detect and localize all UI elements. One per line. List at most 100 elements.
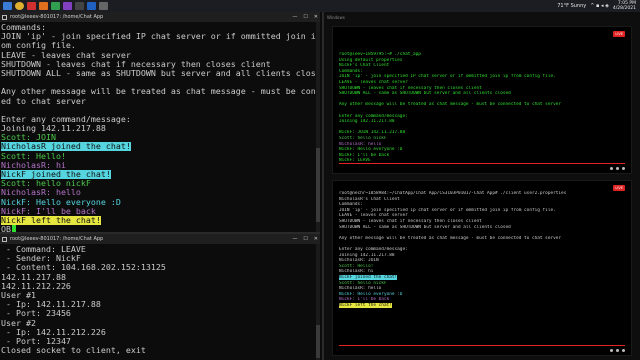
minimize-button[interactable]: — (292, 14, 297, 20)
terminal-line-text: NickF left the chat! (1, 215, 101, 225)
panel-1-progress-bar[interactable] (339, 163, 625, 164)
terminal-line-text: SHUTDOWN ALL - same as SHUTDOWN but serv… (339, 91, 511, 97)
terminal-line-text: Closed socket to client, exit (1, 346, 146, 356)
terminal-line-text: NickF's Chat Client (339, 63, 390, 69)
terminal-line-text: NickF: I'll be back (339, 297, 390, 303)
chrome-icon[interactable] (15, 2, 24, 10)
terminal-line: NicholasR joined the chat! (1, 142, 319, 152)
terminal-line-text: SHUTDOWN - leaves chat if necessary then… (339, 218, 482, 224)
top-terminal-window[interactable]: root@leeev-801017: /home/Chat App — ☐ ✕ … (0, 12, 320, 234)
panel-2-progress-bar[interactable] (339, 345, 625, 346)
panel-1-controls[interactable] (610, 167, 625, 170)
minimize-button[interactable]: — (292, 236, 297, 242)
screen-share-panel-2[interactable]: LIVE root@nechr~1858984:~/ChatApp/Chat A… (332, 180, 632, 356)
terminal-line-text: NicholasR: hello (339, 141, 382, 147)
terminal-line-text: Scott: hello nickF (339, 280, 387, 286)
terminal-line: NickF joined the chat! (1, 170, 319, 179)
app-icon-gray[interactable] (99, 2, 108, 10)
terminal-line-text: root@nechr~1858984:~/ChatApp/Chat App/CS… (339, 191, 567, 196)
terminal-line: Commands: (1, 23, 319, 32)
app-icon-blue[interactable] (87, 2, 96, 10)
terminal-line: Scott: hello nickF (1, 179, 319, 188)
terminal-line-text: LEAVE - leaves chat server (1, 50, 131, 60)
scrollbar-thumb[interactable] (316, 325, 320, 358)
terminal-line-text: Scott: hello nickF (1, 179, 91, 189)
top-terminal-output[interactable]: Commands: JOIN 'ip' - join specified IP c… (0, 22, 320, 234)
terminal-line-text: Scott: hello nickF (339, 135, 387, 141)
panel-2-controls[interactable] (610, 349, 625, 352)
close-button[interactable]: ✕ (314, 14, 318, 20)
terminal-line-text: Using default properties (339, 57, 403, 63)
maximize-button[interactable]: ☐ (303, 236, 307, 242)
app-icon-red[interactable] (27, 2, 36, 10)
bottom-terminal-output[interactable]: - Command: LEAVE - Sender: NickF - Conte… (0, 244, 320, 355)
tray-icons[interactable]: ^ ▪ ◂ ◈ (590, 3, 609, 9)
close-button[interactable]: ✕ (314, 236, 318, 242)
terminal-line-text: SHUTDOWN - leaves chat if necessary then… (339, 85, 482, 91)
screen-share-pane: Windows LIVE root@leev~1859795:~# ./chat… (322, 12, 640, 360)
terminal-line: 142.11.212.226 (1, 282, 319, 291)
terminal-line-text: 142.11.212.226 (1, 281, 71, 291)
maximize-button[interactable]: ☐ (303, 14, 307, 20)
bottom-terminal-scrollbar[interactable] (316, 244, 320, 360)
terminal-line-text: User #1 (1, 290, 36, 300)
terminal-line-text: Enter any command/message: (1, 114, 131, 124)
terminal-line: - Ip: 142.11.212.226 (1, 328, 319, 337)
terminal-line: SHUTDOWN - leaves chat if necessary then… (1, 60, 319, 69)
terminal-line-text: NickF: JOIN 142.11.217.88 (339, 130, 406, 136)
terminal-icon[interactable] (75, 2, 84, 10)
terminal-line-text: - Port: 12347 (1, 336, 71, 346)
terminal-line: NickF left the chat! (1, 215, 319, 225)
terminal-line-text: NickF: Hello everyone :D (339, 147, 403, 153)
screen-share-panel-1[interactable]: LIVE root@leev~1859795:~# ./chat_app Usin… (332, 26, 632, 174)
start-icon[interactable] (3, 2, 12, 10)
system-tray: 71°F Sunny ^ ▪ ◂ ◈ 7:05 PM 4/28/2021 (557, 1, 636, 11)
top-terminal-titlebar[interactable]: root@leeev-801017: /home/Chat App — ☐ ✕ (0, 12, 320, 22)
weather-label[interactable]: 71°F Sunny (557, 3, 586, 9)
app-icon-purple[interactable] (63, 2, 72, 10)
terminal-line-text: User #2 (1, 318, 36, 328)
control-dot[interactable] (610, 349, 613, 352)
top-terminal-scrollbar[interactable] (316, 22, 320, 232)
bottom-terminal-title: root@leeev-801017: /home/Chat App (10, 236, 104, 242)
control-dot[interactable] (616, 167, 619, 170)
terminal-line-text: - Command: LEAVE (1, 245, 86, 254)
terminal-line: NickF left the chat! (339, 302, 631, 309)
bottom-terminal-titlebar[interactable]: root@leeev-801017: /home/Chat App — ☐ ✕ (0, 234, 320, 244)
terminal-line-text: NicholasR joined the chat! (1, 142, 131, 152)
taskbar: 71°F Sunny ^ ▪ ◂ ◈ 7:05 PM 4/28/2021 (0, 0, 640, 12)
terminal-line-text: NickF joined the chat! (339, 274, 398, 280)
terminal-line: - Sender: NickF (1, 254, 319, 263)
terminal-line-text: Commands: (1, 23, 46, 32)
terminal-line: Any other message will be treated as cha… (1, 87, 319, 96)
terminal-line-text: Any other message will be treated as cha… (339, 235, 562, 241)
control-dot[interactable] (622, 167, 625, 170)
app-icon-orange[interactable] (39, 2, 48, 10)
terminal-line: LEAVE - leaves chat server (1, 51, 319, 60)
terminal-line: - Port: 12347 (1, 337, 319, 346)
terminal-line-text: NickF: I'll be back (339, 152, 390, 158)
app-icon-green[interactable] (51, 2, 60, 10)
control-dot[interactable] (610, 167, 613, 170)
scrollbar-thumb[interactable] (316, 148, 320, 222)
live-badge: LIVE (613, 31, 625, 37)
bottom-terminal-window[interactable]: root@leeev-801017: /home/Chat App — ☐ ✕ … (0, 234, 320, 360)
terminal-line-text: SHUTDOWN ALL - same as SHUTDOWN but serv… (339, 224, 511, 230)
terminal-line-text: JOIN 'ip' - join specified IP chat serve… (1, 32, 319, 42)
terminal-line-text: SHUTDOWN ALL - same as SHUTDOWN but serv… (1, 68, 319, 78)
terminal-line-text: Joining 142.11.217.88 (1, 124, 106, 134)
terminal-line: User #1 (1, 291, 319, 300)
terminal-line-text: NickF joined the chat! (1, 170, 111, 179)
terminal-line: Closed socket to client, exit (1, 346, 319, 355)
terminal-line-text: - Sender: NickF (1, 254, 81, 264)
terminal-line-text: ed to chat server (1, 96, 86, 106)
live-badge: LIVE (613, 185, 625, 191)
clock-date: 4/28/2021 (612, 6, 636, 11)
terminal-line: - Content: 104.168.202.152:13125 (1, 263, 319, 272)
clock[interactable]: 7:05 PM 4/28/2021 (613, 1, 636, 11)
terminal-line: ed to chat server (1, 97, 319, 106)
control-dot[interactable] (622, 349, 625, 352)
control-dot[interactable] (616, 349, 619, 352)
terminal-icon (2, 236, 7, 242)
terminal-line: Enter any command/message: (1, 115, 319, 124)
